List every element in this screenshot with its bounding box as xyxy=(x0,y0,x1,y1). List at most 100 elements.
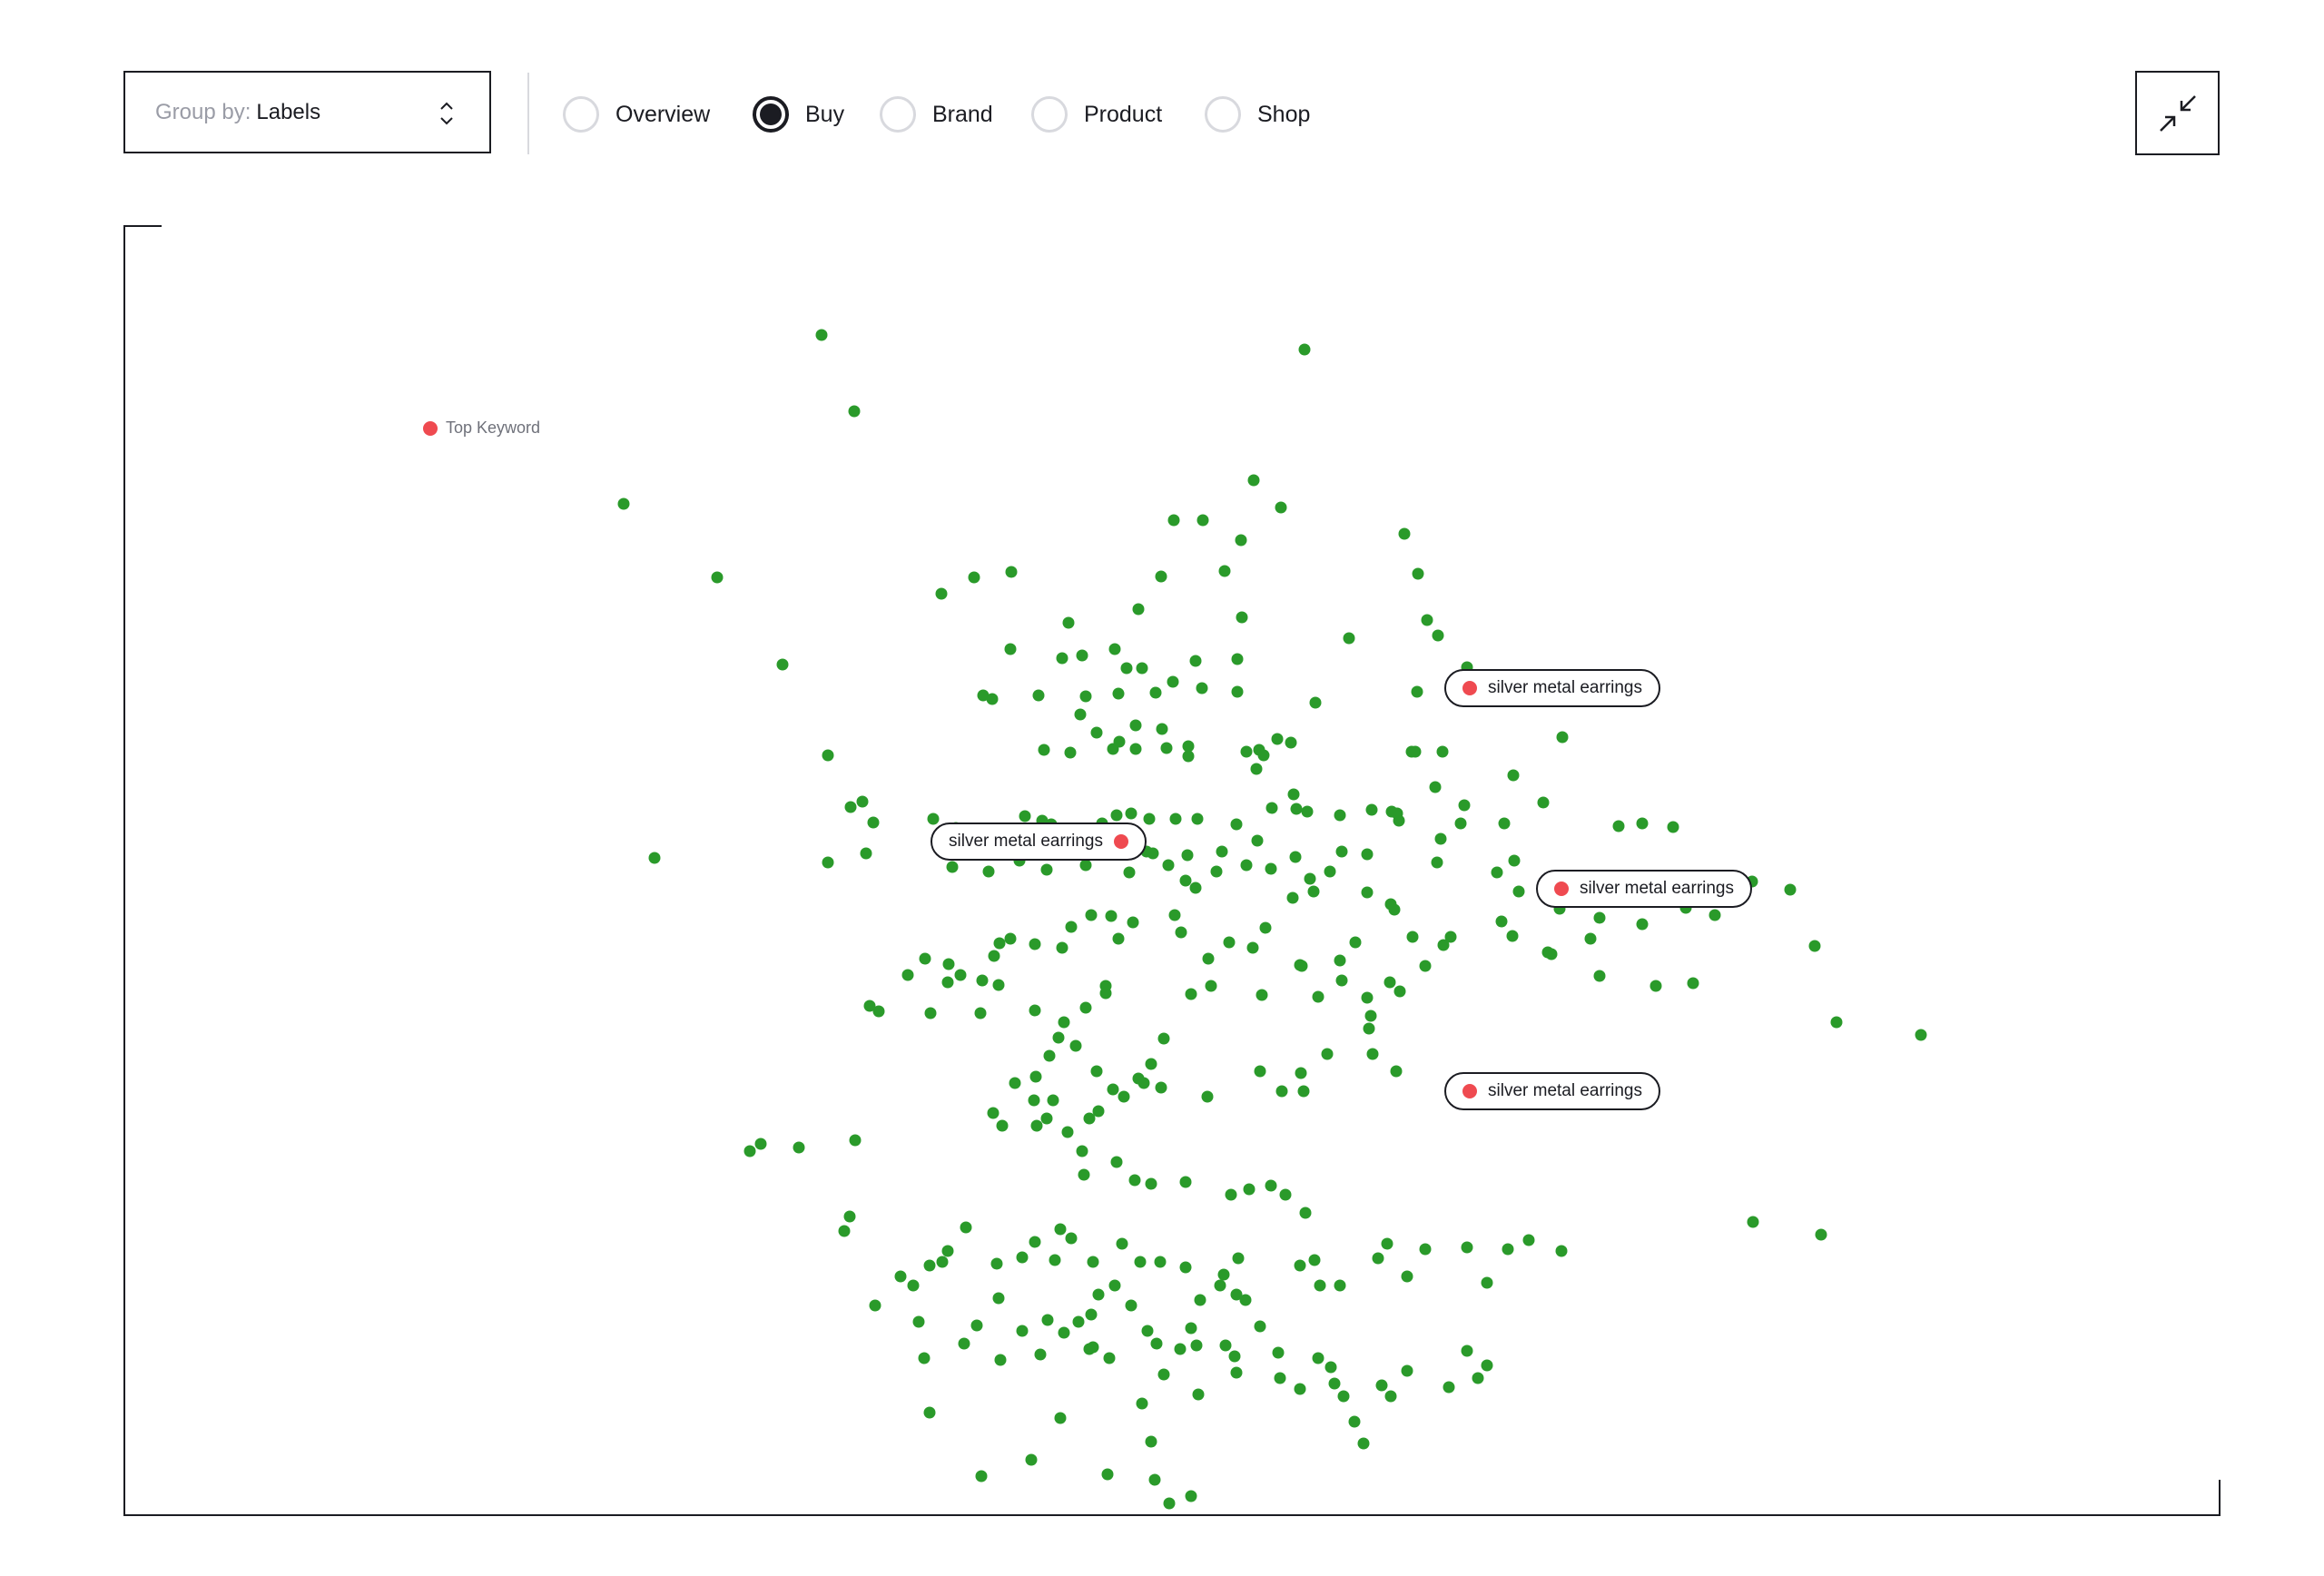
scatter-point[interactable] xyxy=(941,976,954,989)
scatter-point[interactable] xyxy=(918,1352,931,1364)
scatter-point[interactable] xyxy=(1236,611,1248,624)
scatter-point[interactable] xyxy=(1167,675,1179,688)
scatter-point[interactable] xyxy=(1506,930,1519,942)
scatter-point[interactable] xyxy=(1034,1348,1047,1361)
scatter-point[interactable] xyxy=(1145,1435,1157,1448)
scatter-point[interactable] xyxy=(815,329,828,341)
scatter-point[interactable] xyxy=(990,1257,1003,1270)
scatter-point[interactable] xyxy=(1214,1279,1226,1292)
scatter-point[interactable] xyxy=(1047,1094,1059,1107)
scatter-point[interactable] xyxy=(1412,567,1424,580)
scatter-point[interactable] xyxy=(1295,960,1308,972)
scatter-point[interactable] xyxy=(1005,566,1018,578)
scatter-point[interactable] xyxy=(901,969,914,981)
scatter-point[interactable] xyxy=(1058,1016,1070,1029)
scatter-point[interactable] xyxy=(1481,1359,1493,1372)
scatter-point[interactable] xyxy=(617,497,630,510)
scatter-point[interactable] xyxy=(1247,474,1260,487)
scatter-point[interactable] xyxy=(1019,810,1031,822)
scatter-point[interactable] xyxy=(1174,1343,1187,1355)
scatter-point[interactable] xyxy=(1040,863,1053,876)
scatter-point[interactable] xyxy=(1157,1032,1170,1045)
scatter-point[interactable] xyxy=(1309,696,1322,709)
scatter-point[interactable] xyxy=(1274,1372,1286,1384)
scatter-point[interactable] xyxy=(1289,851,1302,863)
scatter-point[interactable] xyxy=(1287,788,1300,801)
scatter-point[interactable] xyxy=(1230,1288,1243,1301)
scatter-point[interactable] xyxy=(1411,685,1423,698)
scatter-point[interactable] xyxy=(1429,781,1442,793)
scatter-point[interactable] xyxy=(1348,1415,1361,1428)
scatter-point[interactable] xyxy=(924,1007,937,1019)
scatter-point[interactable] xyxy=(1181,849,1194,862)
scatter-point[interactable] xyxy=(1507,769,1520,782)
scatter-point[interactable] xyxy=(1160,742,1173,754)
scatter-point[interactable] xyxy=(1458,799,1471,812)
scatter-point[interactable] xyxy=(1136,1397,1148,1410)
scatter-point[interactable] xyxy=(1230,1366,1243,1379)
scatter-point[interactable] xyxy=(1128,1174,1141,1187)
scatter-point[interactable] xyxy=(1246,941,1259,954)
collapse-button[interactable] xyxy=(2135,71,2220,155)
scatter-point[interactable] xyxy=(1432,629,1444,642)
scatter-point[interactable] xyxy=(1079,1001,1092,1014)
scatter-point[interactable] xyxy=(1815,1228,1827,1241)
scatter-point[interactable] xyxy=(1312,990,1324,1003)
scatter-point[interactable] xyxy=(1295,1067,1307,1079)
scatter-point[interactable] xyxy=(1388,903,1401,916)
scatter-point[interactable] xyxy=(1250,763,1263,775)
scatter-point[interactable] xyxy=(1196,682,1208,694)
scatter-point[interactable] xyxy=(1201,1090,1214,1103)
scatter-point[interactable] xyxy=(1537,796,1550,809)
scatter-point[interactable] xyxy=(1272,1346,1285,1359)
scatter-point[interactable] xyxy=(1029,938,1041,951)
scatter-point[interactable] xyxy=(1636,817,1649,830)
scatter-point[interactable] xyxy=(960,1221,972,1234)
scatter-point[interactable] xyxy=(1029,1070,1042,1083)
scatter-point[interactable] xyxy=(987,1107,1000,1119)
scatter-point[interactable] xyxy=(1290,803,1303,815)
scatter-point[interactable] xyxy=(1125,1299,1137,1312)
scatter-point[interactable] xyxy=(1141,1325,1154,1337)
scatter-point[interactable] xyxy=(1915,1029,1927,1041)
scatter-point[interactable] xyxy=(1025,1453,1038,1466)
scatter-point[interactable] xyxy=(1593,911,1606,924)
scatter-point[interactable] xyxy=(1390,1065,1403,1078)
scatter-point[interactable] xyxy=(1056,652,1068,665)
scatter-point[interactable] xyxy=(1324,1361,1337,1374)
scatter-point[interactable] xyxy=(1335,845,1348,858)
scatter-point[interactable] xyxy=(1398,527,1411,540)
scatter-point[interactable] xyxy=(1108,1279,1121,1292)
keyword-pill[interactable]: silver metal earrings xyxy=(1444,1072,1660,1110)
scatter-point[interactable] xyxy=(1065,1232,1078,1245)
scatter-point[interactable] xyxy=(1294,1383,1306,1395)
scatter-point[interactable] xyxy=(1481,1276,1493,1289)
scatter-point[interactable] xyxy=(1083,1112,1096,1125)
scatter-point[interactable] xyxy=(1265,802,1278,814)
scatter-point[interactable] xyxy=(1384,976,1396,989)
scatter-point[interactable] xyxy=(1508,854,1521,867)
scatter-point[interactable] xyxy=(1808,940,1821,952)
scatter-point[interactable] xyxy=(848,405,861,418)
scatter-point[interactable] xyxy=(1156,723,1168,735)
scatter-point[interactable] xyxy=(1334,954,1346,967)
keyword-pill[interactable]: silver metal earrings xyxy=(1536,870,1752,908)
scatter-point[interactable] xyxy=(1256,989,1268,1001)
scatter-point[interactable] xyxy=(1155,570,1167,583)
scatter-point[interactable] xyxy=(994,1354,1007,1366)
scatter-point[interactable] xyxy=(1041,1314,1054,1326)
scatter-point[interactable] xyxy=(1649,980,1662,992)
scatter-point[interactable] xyxy=(1285,736,1297,749)
scatter-point[interactable] xyxy=(1136,662,1148,675)
scatter-point[interactable] xyxy=(919,952,931,965)
scatter-point[interactable] xyxy=(1472,1372,1484,1384)
radio-shop[interactable]: Shop xyxy=(1205,94,1310,134)
scatter-point[interactable] xyxy=(968,571,980,584)
scatter-point[interactable] xyxy=(1334,1279,1346,1292)
scatter-point[interactable] xyxy=(1361,991,1374,1004)
scatter-point[interactable] xyxy=(1092,1288,1105,1301)
scatter-point[interactable] xyxy=(1099,980,1112,992)
scatter-point[interactable] xyxy=(863,1000,876,1012)
scatter-point[interactable] xyxy=(856,795,869,808)
scatter-point[interactable] xyxy=(1228,1350,1241,1363)
